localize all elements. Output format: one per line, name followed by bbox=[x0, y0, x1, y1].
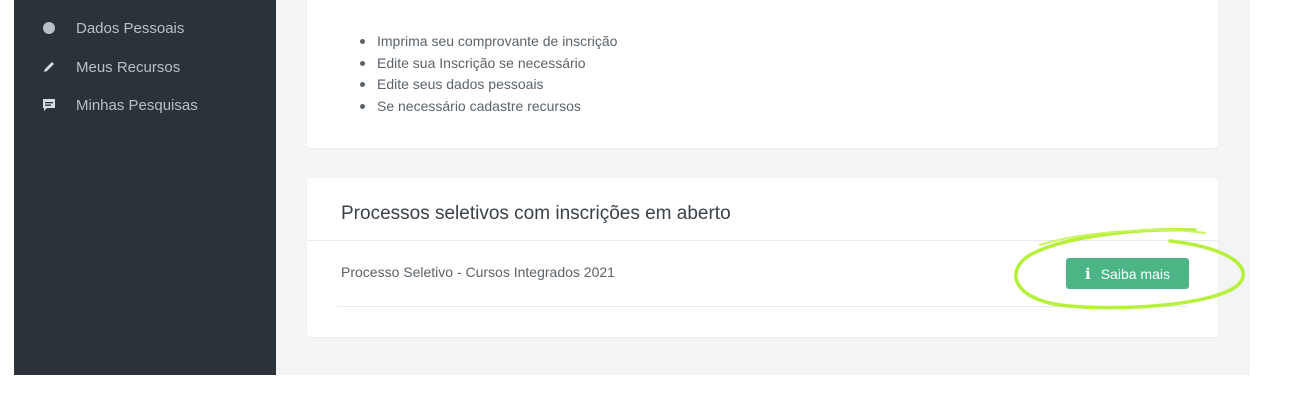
saiba-mais-button[interactable]: i Saiba mais bbox=[1066, 258, 1189, 289]
sidebar-item-minhas-pesquisas[interactable]: Minhas Pesquisas bbox=[38, 93, 198, 117]
list-item: Edite sua Inscrição se necessário bbox=[357, 54, 617, 72]
person-icon bbox=[38, 21, 60, 35]
sidebar-item-label: Meus Recursos bbox=[76, 58, 181, 76]
list-item: Se necessário cadastre recursos bbox=[357, 97, 617, 115]
sidebar-item-meus-recursos[interactable]: Meus Recursos bbox=[38, 55, 180, 79]
info-icon: i bbox=[1085, 264, 1091, 283]
instructions-list: Imprima seu comprovante de inscrição Edi… bbox=[357, 32, 617, 118]
process-name[interactable]: Processo Seletivo - Cursos Integrados 20… bbox=[341, 264, 615, 280]
pencil-icon bbox=[38, 60, 60, 74]
main-content: Imprima seu comprovante de inscrição Edi… bbox=[276, 0, 1250, 375]
instructions-card: Imprima seu comprovante de inscrição Edi… bbox=[307, 0, 1218, 148]
card-title: Processos seletivos com inscrições em ab… bbox=[341, 203, 731, 224]
sidebar: Dados Pessoais Meus Recursos Minhas Pesq… bbox=[14, 0, 276, 375]
divider bbox=[337, 306, 1188, 307]
open-processes-card: Processos seletivos com inscrições em ab… bbox=[307, 178, 1218, 337]
sidebar-item-label: Dados Pessoais bbox=[76, 19, 185, 37]
list-item: Edite seus dados pessoais bbox=[357, 75, 617, 93]
list-item: Imprima seu comprovante de inscrição bbox=[357, 32, 617, 50]
sidebar-item-dados-pessoais[interactable]: Dados Pessoais bbox=[38, 16, 184, 40]
button-label: Saiba mais bbox=[1100, 265, 1170, 282]
comment-icon bbox=[38, 98, 60, 112]
sidebar-item-label: Minhas Pesquisas bbox=[76, 96, 198, 114]
divider bbox=[307, 240, 1218, 241]
